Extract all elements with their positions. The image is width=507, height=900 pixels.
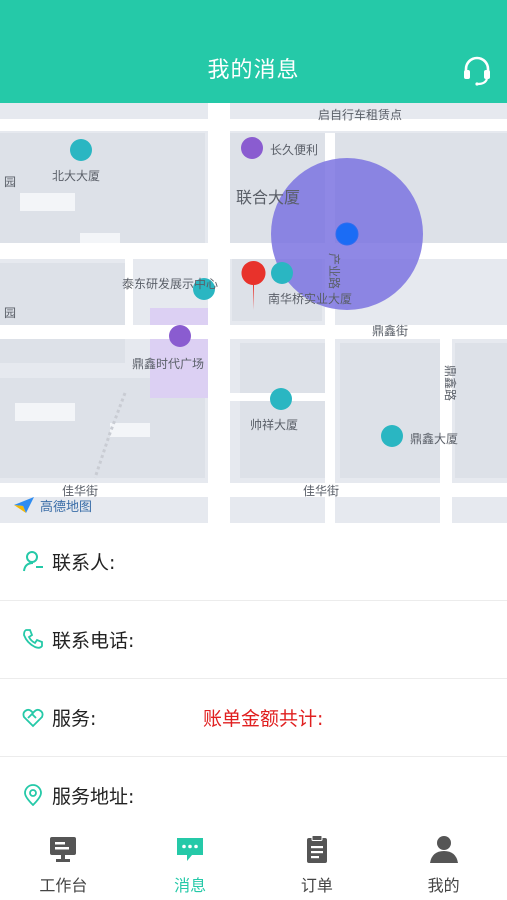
map-label: 鼎鑫街 [372,323,408,338]
clipboard-icon [306,835,327,863]
order-info: 联系人: 联系电话: 服务: 账单金额共计: 服务地址: [0,523,507,834]
map-label: 北大大厦 [52,169,100,183]
handshake-icon [22,708,44,728]
map-label: 鼎鑫路 [443,365,458,401]
map-label: 鼎鑫大厦 [410,431,458,446]
tab-messages[interactable]: 消息 [127,820,254,900]
map-label: 园 [4,175,16,189]
tab-mine[interactable]: 我的 [380,820,507,900]
chat-icon [177,838,204,861]
tab-label: 我的 [427,876,460,895]
map-view[interactable]: 北大大厦 长久便利 启自行车租赁点 联合大厦 泰东研发展示中心 南华桥实业大厦 … [0,103,507,523]
map-label: 产业路 [327,253,342,289]
bottom-tab-bar: 工作台 消息 订单 我的 [0,820,507,900]
monitor-icon [50,837,77,862]
page-title: 我的消息 [207,58,300,83]
headset-icon[interactable] [461,54,493,86]
phone-icon [23,629,43,649]
map-label: 鼎鑫时代广场 [132,356,204,371]
contact-row: 联系人: [0,523,507,601]
map-logo-text: 高德地图 [40,499,93,515]
map-logo: 高德地图 [12,493,92,517]
service-label: 服务: [52,708,97,730]
map-label: 佳华街 [303,484,339,498]
tab-label: 工作台 [39,876,88,895]
map-label: 泰东研发展示中心 [122,276,218,291]
user-icon [429,836,458,863]
bill-total-label: 账单金额共计: [203,708,324,730]
person-icon [23,551,43,572]
app-header: 我的消息 [0,0,507,103]
tab-orders[interactable]: 订单 [254,820,381,900]
contact-label: 联系人: [52,552,116,574]
phone-row: 联系电话: [0,601,507,679]
map-label: 启自行车租赁点 [318,107,402,122]
map-label: 帅祥大厦 [250,418,298,432]
map-label: 联合大厦 [236,188,300,207]
phone-label: 联系电话: [52,630,135,652]
map-label: 园 [4,306,16,320]
tab-workbench[interactable]: 工作台 [0,820,127,900]
tab-label: 消息 [174,876,207,895]
address-label: 服务地址: [52,786,135,808]
tab-label: 订单 [300,876,333,895]
amap-logo-icon [14,497,34,513]
location-pin-icon [24,784,42,806]
map-label: 长久便利 [270,143,318,157]
map-label: 南华桥实业大厦 [268,291,352,306]
service-row: 服务: 账单金额共计: [0,679,507,757]
